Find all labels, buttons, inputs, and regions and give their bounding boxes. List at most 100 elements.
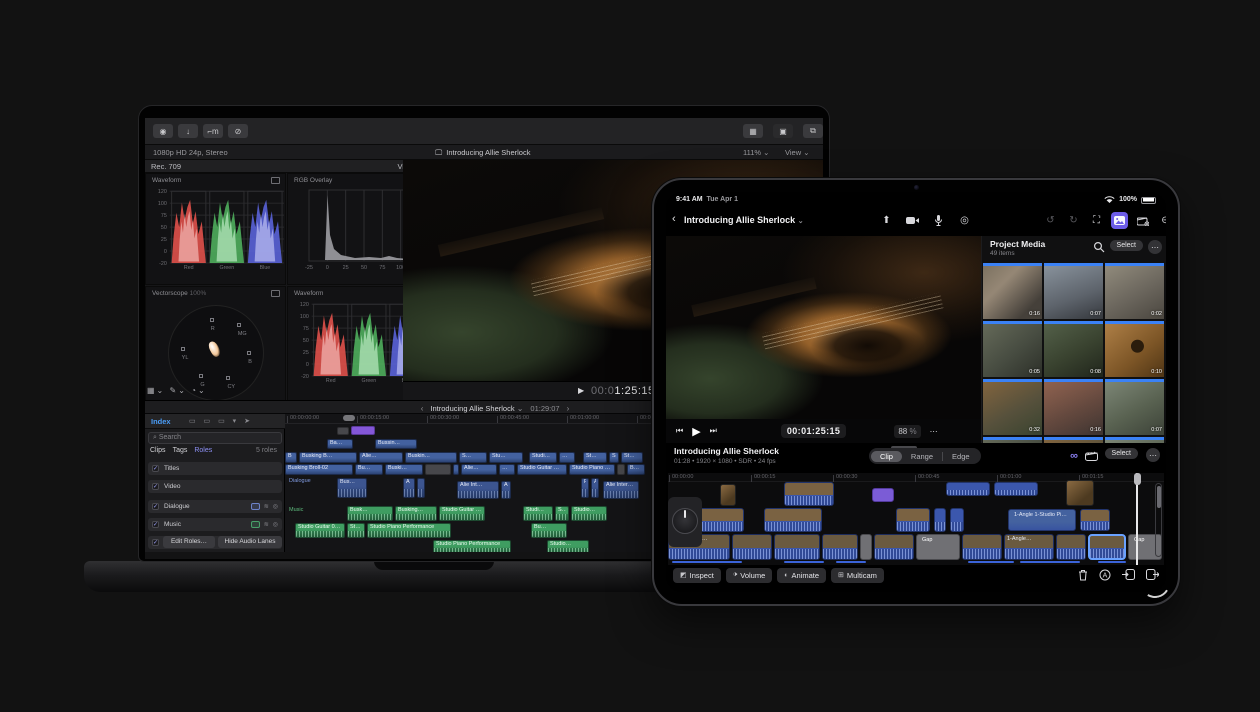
- timeline-clip[interactable]: [934, 508, 946, 532]
- role-row-video[interactable]: ✓Video: [148, 480, 282, 493]
- timeline-clip[interactable]: Studio…: [547, 540, 589, 552]
- media-select-button[interactable]: Select: [1110, 240, 1143, 251]
- timeline-clip[interactable]: Ba…: [327, 439, 353, 449]
- viewer-view-menu[interactable]: View ⌄: [785, 145, 810, 160]
- focus-icon[interactable]: ◎: [273, 503, 278, 510]
- edit-roles-button[interactable]: Edit Roles…: [163, 536, 215, 548]
- export-icon[interactable]: ⬆: [878, 212, 895, 229]
- timeline-clip[interactable]: [764, 508, 822, 532]
- role-row-dialogue[interactable]: ✓Dialogue≋◎: [148, 500, 282, 513]
- timeline-clip[interactable]: …: [499, 464, 515, 475]
- index-tab-tags[interactable]: Tags: [173, 447, 188, 454]
- timeline-clip[interactable]: Studi…: [529, 452, 557, 463]
- timeline-clip[interactable]: Buski…: [385, 464, 423, 475]
- previous-project-icon[interactable]: ‹: [421, 404, 424, 413]
- media-thumbnail[interactable]: 0:07: [1044, 263, 1103, 319]
- timeline-clip[interactable]: [1080, 509, 1110, 531]
- segment-edge[interactable]: Edge: [943, 451, 979, 462]
- camera-icon[interactable]: [904, 212, 921, 229]
- timeline-clip[interactable]: [1088, 534, 1126, 560]
- record-icon[interactable]: ◎: [956, 212, 973, 229]
- timeline-clip[interactable]: A: [403, 478, 415, 498]
- project-title-menu[interactable]: Introducing Allie Sherlock ⌄: [684, 215, 804, 225]
- audio-lane-bar[interactable]: [968, 561, 1014, 563]
- index-button[interactable]: Index: [151, 417, 171, 426]
- timeline-clip[interactable]: [617, 464, 625, 475]
- playhead-handle[interactable]: [1134, 473, 1141, 485]
- edit-mode-icons[interactable]: ▭ ▭ ▭ ▾ ➤: [189, 417, 253, 425]
- index-tab-clips[interactable]: Clips: [150, 447, 166, 454]
- segment-clip[interactable]: Clip: [871, 451, 902, 462]
- viewer-more-icon[interactable]: ⋯: [927, 424, 941, 438]
- timeline-title-menu[interactable]: Introducing Allie Sherlock ⌄: [430, 404, 523, 413]
- focus-icon[interactable]: ◎: [273, 521, 278, 528]
- timeline-clip[interactable]: [453, 464, 459, 475]
- checkbox-icon[interactable]: ✓: [152, 521, 159, 528]
- add-clip-icon[interactable]: [1134, 212, 1151, 229]
- timeline-clip[interactable]: [720, 484, 736, 506]
- media-browser-icon[interactable]: [1111, 212, 1128, 229]
- timeline-clip[interactable]: Studi…: [523, 506, 553, 521]
- timeline-clip[interactable]: P: [581, 478, 589, 498]
- timeline-clip[interactable]: Studio Piano Performance: [367, 523, 451, 538]
- timeline-zoom-slider[interactable]: [1155, 483, 1162, 557]
- media-thumbnail[interactable]: 0:08: [1044, 321, 1103, 377]
- search-icon[interactable]: [1093, 241, 1105, 253]
- animate-button[interactable]: ◐Animate: [777, 568, 826, 583]
- timeline-clip[interactable]: Busk…: [347, 506, 393, 521]
- mic-icon[interactable]: [930, 212, 947, 229]
- role-color-badge[interactable]: [251, 503, 260, 510]
- timeline-clip[interactable]: Bussin…: [375, 439, 417, 449]
- timeline-clip[interactable]: [732, 534, 772, 560]
- multicam-button[interactable]: ⊞Multicam: [831, 568, 884, 583]
- media-thumbnail[interactable]: 0:16: [1044, 379, 1103, 435]
- timeline-clip[interactable]: [337, 427, 349, 435]
- popout-icon[interactable]: [271, 290, 280, 297]
- insert-icon[interactable]: [1122, 569, 1135, 581]
- timeline-clip[interactable]: Alie Int…: [457, 481, 499, 499]
- role-color-badge[interactable]: [251, 521, 260, 528]
- timeline-clip[interactable]: St…: [621, 452, 643, 463]
- timeline-clip[interactable]: Alie…: [359, 452, 403, 463]
- media-thumbnail[interactable]: 0:02: [1105, 263, 1164, 319]
- media-thumbnail[interactable]: 0:05: [983, 321, 1042, 377]
- timeline-clip[interactable]: Alie…: [461, 464, 497, 475]
- timeline-clip[interactable]: St…: [583, 452, 607, 463]
- timeline-clip[interactable]: B: [285, 452, 297, 463]
- timeline-clip[interactable]: Studio Piano Performance: [433, 540, 511, 552]
- redo-icon[interactable]: ↻: [1065, 212, 1082, 229]
- timeline-clip[interactable]: 1-Angle 1-Studio Pi…: [1008, 509, 1076, 531]
- timeline-clip[interactable]: Studio Guitar 01 P…: [439, 506, 485, 521]
- viewer-zoom-menu[interactable]: 111% ⌄: [743, 145, 769, 160]
- back-icon[interactable]: ‹: [672, 213, 676, 225]
- role-row-music[interactable]: ✓Music≋◎: [148, 518, 282, 531]
- popout-icon[interactable]: [271, 177, 280, 184]
- play-icon[interactable]: ▶: [692, 425, 700, 438]
- timeline-clip[interactable]: [351, 426, 375, 435]
- checkbox-icon[interactable]: ✓: [152, 539, 159, 546]
- undo-icon[interactable]: ↺: [1042, 212, 1059, 229]
- timeline-clip[interactable]: [872, 488, 894, 502]
- tasks-icon[interactable]: ⊘: [228, 124, 248, 138]
- timeline-clip[interactable]: [822, 534, 858, 560]
- timeline-clip[interactable]: St…: [555, 506, 569, 521]
- remove-icon[interactable]: ⊖: [1157, 212, 1166, 229]
- timeline-clip[interactable]: Gap: [916, 534, 960, 560]
- timeline-clip[interactable]: [784, 482, 834, 506]
- import-icon[interactable]: ↓: [178, 124, 198, 138]
- timeline-clip[interactable]: Alie Inter…: [603, 481, 639, 499]
- timeline-clip[interactable]: Buskin…: [405, 452, 457, 463]
- jog-wheel[interactable]: [668, 497, 702, 547]
- timeline-clip[interactable]: S…: [459, 452, 487, 463]
- next-project-icon[interactable]: ›: [567, 404, 570, 413]
- audio-lane-bar[interactable]: [836, 561, 866, 563]
- timeline-clip[interactable]: Busking Broll-02: [285, 464, 353, 475]
- timeline-layout-icon[interactable]: ⧉: [803, 124, 823, 138]
- timecode-display[interactable]: 00:01:25:15: [781, 424, 846, 438]
- timeline-clip[interactable]: [946, 482, 990, 496]
- next-frame-icon[interactable]: ⏭: [710, 426, 717, 436]
- audio-lane-bar[interactable]: [672, 561, 742, 563]
- zoom-level[interactable]: 88 %: [894, 425, 920, 438]
- timeline-clip[interactable]: [1066, 480, 1094, 506]
- viewer-layout-icon[interactable]: ▣: [773, 124, 793, 138]
